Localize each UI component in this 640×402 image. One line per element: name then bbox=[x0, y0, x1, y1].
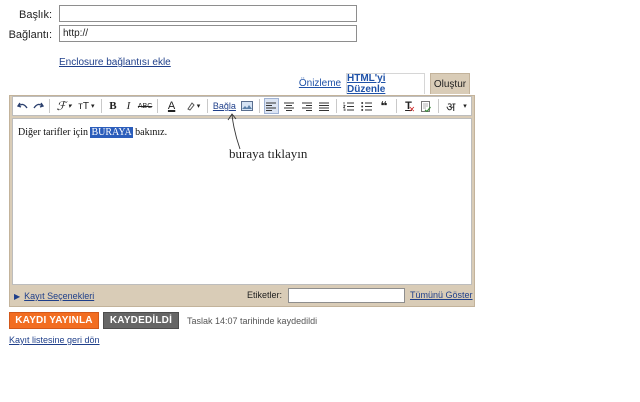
tab-compose-label: Oluştur bbox=[433, 78, 467, 90]
text-color-icon: A bbox=[167, 99, 176, 112]
bold-button[interactable]: B bbox=[106, 98, 120, 114]
transliteration-dropdown[interactable]: अ ▾ bbox=[443, 98, 470, 114]
annotation-text: buraya tıklayın bbox=[229, 146, 308, 161]
bulleted-list-icon[interactable] bbox=[359, 98, 375, 114]
spellcheck-icon[interactable] bbox=[418, 98, 434, 114]
toolbar-separator bbox=[156, 99, 158, 113]
post-options-link[interactable]: Kayıt Seçenekleri bbox=[24, 291, 94, 301]
font-size-icon: тT bbox=[78, 100, 89, 112]
align-center-icon[interactable] bbox=[281, 98, 297, 114]
chevron-down-icon: ▾ bbox=[67, 102, 72, 110]
red-x-icon: ✕ bbox=[408, 105, 416, 114]
redo-icon[interactable] bbox=[32, 98, 46, 114]
font-icon: ℱ bbox=[56, 98, 66, 113]
draft-status: Taslak 14:07 tarihinde kaydedildi bbox=[187, 316, 318, 326]
font-family-dropdown[interactable]: ℱ ▾ bbox=[54, 98, 73, 114]
title-label: Başlık: bbox=[18, 9, 52, 21]
text-before: Diğer tarifler için bbox=[18, 127, 91, 138]
hindi-script-icon: अ bbox=[446, 99, 456, 114]
highlighter-icon bbox=[187, 102, 195, 111]
selected-text: BURAYA bbox=[90, 127, 133, 138]
tab-edit-html[interactable]: HTML'yi Düzenle bbox=[346, 73, 425, 95]
toolbar-separator bbox=[395, 99, 397, 113]
back-to-list-link[interactable]: Kayıt listesine geri dön bbox=[9, 335, 100, 345]
italic-button[interactable]: I bbox=[122, 98, 136, 114]
toolbar-separator bbox=[49, 99, 51, 113]
tab-edit-html-label: HTML'yi Düzenle bbox=[347, 73, 386, 95]
show-all-link[interactable]: Tümünü Göster bbox=[410, 290, 473, 300]
publish-button[interactable]: KAYDI YAYINLA bbox=[9, 312, 99, 329]
labels-label: Etiketler: bbox=[247, 290, 283, 300]
toolbar-separator bbox=[258, 99, 260, 113]
enclosure-link[interactable]: Enclosure bağlantısı ekle bbox=[59, 57, 171, 68]
font-size-dropdown[interactable]: тT ▾ bbox=[76, 98, 97, 114]
text-color-dropdown[interactable]: A bbox=[162, 98, 181, 114]
link-button-label: Bağla bbox=[212, 101, 236, 111]
toolbar-separator bbox=[101, 99, 103, 113]
link-input[interactable] bbox=[59, 25, 357, 42]
tab-preview-label: Önizleme bbox=[298, 78, 342, 89]
triangle-right-icon: ▶ bbox=[14, 291, 21, 301]
title-input[interactable] bbox=[59, 5, 357, 22]
editor-content[interactable]: Diğer tarifler için BURAYA bakınız. bbox=[18, 127, 167, 138]
toolbar-separator bbox=[206, 99, 208, 113]
clear-formatting-icon[interactable]: T ✕ bbox=[401, 98, 417, 114]
chevron-down-icon: ▾ bbox=[90, 103, 95, 110]
numbered-list-icon[interactable] bbox=[341, 98, 357, 114]
chevron-down-icon: ▾ bbox=[463, 103, 467, 110]
tab-compose[interactable]: Oluştur bbox=[430, 73, 470, 94]
strikethrough-button[interactable]: ABC bbox=[137, 98, 153, 114]
highlight-color-dropdown[interactable]: ▾ bbox=[183, 98, 202, 114]
align-left-icon[interactable] bbox=[263, 98, 280, 114]
chevron-down-icon: ▾ bbox=[196, 103, 201, 110]
tab-preview[interactable]: Önizleme bbox=[296, 73, 344, 94]
saved-button[interactable]: KAYDEDİLDİ bbox=[103, 312, 179, 329]
toolbar-separator bbox=[335, 99, 337, 113]
text-after: bakınız. bbox=[132, 127, 168, 138]
undo-icon[interactable] bbox=[16, 98, 30, 114]
labels-input[interactable] bbox=[288, 288, 405, 303]
align-right-icon[interactable] bbox=[299, 98, 315, 114]
link-label: Bağlantı: bbox=[8, 29, 52, 41]
justify-icon[interactable] bbox=[316, 98, 332, 114]
quote-icon[interactable]: ❝ bbox=[376, 98, 392, 114]
toolbar-separator bbox=[437, 99, 439, 113]
